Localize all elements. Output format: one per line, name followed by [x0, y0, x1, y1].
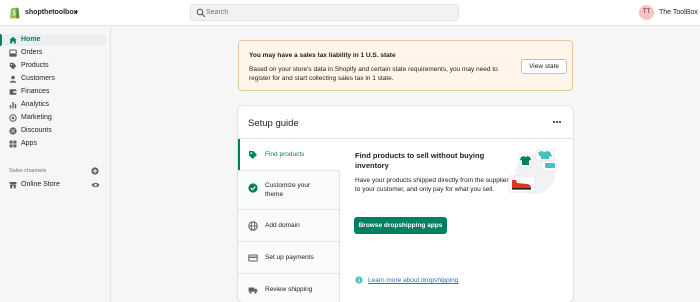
store-icon [9, 182, 17, 189]
payments-icon [248, 254, 258, 262]
top-bar: shopthetoolbox TT The ToolBox [0, 0, 700, 26]
sales-tax-banner: You may have a sales tax liability in 1 … [238, 40, 573, 91]
setup-steps: Find products Customize your theme Add d… [238, 139, 340, 302]
orders-icon [9, 49, 17, 57]
step-review-shipping[interactable]: Review shipping [238, 274, 340, 302]
sidebar-item-analytics[interactable]: Analytics [3, 99, 106, 111]
banner-title: You may have a sales tax liability in 1 … [249, 52, 396, 59]
sidebar-item-label: Finances [21, 88, 50, 95]
setup-guide-title: Setup guide [248, 118, 299, 129]
person-icon [9, 75, 17, 83]
chevron-down-icon[interactable] [74, 11, 78, 14]
learn-more-dropshipping-link[interactable]: Learn more about dropshipping [368, 277, 458, 284]
home-icon [9, 36, 17, 44]
sidebar: Home Orders Products Customers Finances … [0, 27, 111, 302]
avatar[interactable]: TT [639, 5, 654, 20]
add-circle-icon[interactable] [91, 167, 99, 175]
step-set-up-payments[interactable]: Set up payments [238, 242, 340, 274]
active-step-indicator [238, 139, 240, 170]
more-horizontal-icon[interactable] [552, 119, 562, 125]
sidebar-item-customers[interactable]: Customers [3, 73, 106, 85]
globe-icon [248, 221, 258, 231]
view-state-button[interactable]: View state [521, 59, 567, 74]
bar-chart-icon [9, 102, 17, 109]
step-label: Set up payments [265, 254, 314, 261]
discount-icon [9, 127, 17, 135]
sidebar-item-label: Online Store [21, 181, 60, 188]
sidebar-item-finances[interactable]: Finances [3, 86, 106, 98]
sidebar-item-online-store[interactable]: Online Store [3, 179, 106, 191]
sidebar-item-orders[interactable]: Orders [3, 47, 106, 59]
search-input[interactable] [206, 6, 446, 19]
step-label: Review shipping [265, 286, 313, 293]
browse-dropshipping-apps-button[interactable]: Browse dropshipping apps [354, 217, 447, 234]
finances-icon [9, 89, 17, 95]
products-icon [249, 151, 257, 159]
banner-text: Based on your store's data in Shopify an… [249, 66, 498, 82]
sidebar-item-label: Apps [21, 140, 37, 147]
info-icon [355, 276, 363, 284]
step-label: Customize your theme [265, 182, 311, 198]
user-name[interactable]: The ToolBox [659, 9, 698, 16]
check-circle-icon [248, 183, 258, 193]
step-detail-title: Find products to sell without buying inv… [355, 151, 485, 170]
sidebar-item-label: Products [21, 62, 49, 69]
sidebar-item-discounts[interactable]: Discounts [3, 125, 106, 137]
sales-channels-heading: Sales channels [9, 168, 47, 174]
store-name[interactable]: shopthetoolbox [25, 9, 78, 16]
eye-icon[interactable] [91, 181, 100, 189]
sidebar-item-label: Orders [21, 49, 43, 56]
sidebar-item-label: Discounts [21, 127, 52, 134]
sidebar-item-products[interactable]: Products [3, 60, 106, 72]
target-icon [9, 114, 17, 122]
truck-icon [248, 287, 258, 294]
search-bar[interactable] [190, 4, 459, 21]
step-detail-text: Have your products shipped directly from… [355, 177, 509, 193]
sidebar-item-label: Home [21, 36, 41, 43]
active-indicator [0, 34, 2, 46]
step-customize-theme[interactable]: Customize your theme [238, 171, 340, 210]
step-label: Add domain [265, 222, 300, 229]
step-label: Find products [265, 151, 305, 158]
step-find-products[interactable]: Find products [238, 139, 340, 171]
sidebar-item-label: Analytics [21, 101, 50, 108]
tag-icon [9, 62, 17, 70]
sidebar-item-home[interactable]: Home [3, 34, 106, 46]
shopify-logo-icon[interactable] [9, 6, 20, 19]
dropshipping-illustration-icon [508, 149, 557, 194]
sidebar-item-label: Marketing [21, 114, 52, 121]
setup-guide-card: Setup guide Find products Customize your… [238, 106, 573, 302]
step-add-domain[interactable]: Add domain [238, 210, 340, 242]
sidebar-item-apps[interactable]: Apps [3, 138, 106, 150]
apps-icon [9, 140, 17, 148]
search-icon [196, 8, 206, 18]
sidebar-item-label: Customers [21, 75, 55, 82]
sidebar-item-marketing[interactable]: Marketing [3, 112, 106, 124]
